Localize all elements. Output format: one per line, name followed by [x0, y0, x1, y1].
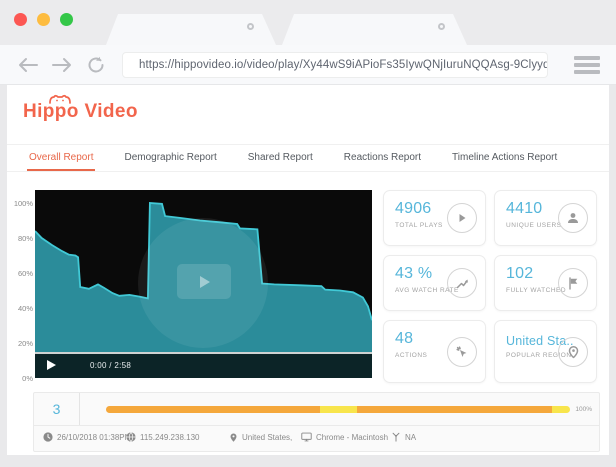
meta-ip-address: 115.249.238.130 — [126, 432, 199, 442]
trend-up-icon — [447, 268, 477, 298]
meta-timestamp: 26/10/2018 01:38PM — [43, 432, 131, 442]
stats-grid: 4906 TOTAL PLAYS 4410 UNIQUE USERS 43 % … — [383, 190, 597, 383]
browser-toolbar: https://hippovideo.io/video/play/Xy44wS9… — [0, 45, 616, 85]
chart-y-axis: 100% 80% 60% 40% 20% 0% — [7, 190, 33, 382]
stat-card-total-plays: 4906 TOTAL PLAYS — [383, 190, 486, 246]
forward-arrow-icon[interactable] — [50, 53, 74, 77]
video-player[interactable]: 0:00 / 2:58 — [35, 190, 372, 378]
tab-shared-report[interactable]: Shared Report — [240, 145, 321, 171]
location-pin-icon — [229, 432, 238, 443]
window-controls — [14, 13, 73, 26]
meta-browser-os: Chrome - Macintosh — [301, 432, 388, 442]
play-icon — [200, 276, 210, 288]
globe-icon — [126, 432, 136, 442]
stat-card-actions: 48 ACTIONS — [383, 320, 486, 383]
site-header: Hippo Video — [7, 85, 609, 145]
close-window-button[interactable] — [14, 13, 27, 26]
play-circle-icon — [447, 203, 477, 233]
tab-overall-report[interactable]: Overall Report — [21, 145, 101, 171]
hippo-video-logo[interactable]: Hippo Video — [23, 101, 138, 123]
stat-card-avg-watch-rate: 43 % AVG WATCH RATE — [383, 255, 486, 311]
network-icon — [391, 432, 401, 442]
meta-network: NA — [391, 432, 416, 442]
back-arrow-icon[interactable] — [16, 53, 40, 77]
tab-close-icon[interactable] — [438, 23, 445, 30]
y-tick: 0% — [7, 374, 33, 383]
y-tick: 60% — [7, 269, 33, 278]
maximize-window-button[interactable] — [60, 13, 73, 26]
tab-reactions-report[interactable]: Reactions Report — [336, 145, 429, 171]
play-button[interactable] — [47, 360, 56, 370]
tab-timeline-actions-report[interactable]: Timeline Actions Report — [444, 145, 565, 171]
stat-card-unique-users: 4410 UNIQUE USERS — [494, 190, 597, 246]
browser-window: https://hippovideo.io/video/play/Xy44wS9… — [0, 0, 616, 467]
watch-progress-bar — [106, 406, 570, 413]
map-pin-icon — [558, 337, 588, 367]
clock-icon — [43, 432, 53, 442]
viewer-meta-row: 26/10/2018 01:38PM 115.249.238.130 Unite… — [34, 426, 599, 452]
page-content: Hippo Video Overall Report Demographic R… — [7, 85, 609, 455]
hippo-ears-icon — [47, 93, 73, 104]
user-icon — [558, 203, 588, 233]
browser-tab-2[interactable] — [282, 14, 467, 45]
tab-demographic-report[interactable]: Demographic Report — [116, 145, 224, 171]
watch-progress-label: 100% — [575, 406, 592, 413]
flag-icon — [558, 268, 588, 298]
viewer-row-panel: 3 100% 26/10/2018 01:38PM 115.249.238.13… — [33, 392, 600, 452]
minimize-window-button[interactable] — [37, 13, 50, 26]
viewer-index: 3 — [34, 393, 80, 425]
browser-tabstrip — [0, 0, 616, 45]
y-tick: 40% — [7, 304, 33, 313]
report-tabs: Overall Report Demographic Report Shared… — [7, 145, 609, 172]
tab-close-icon[interactable] — [247, 23, 254, 30]
url-text[interactable]: https://hippovideo.io/video/play/Xy44wS9… — [139, 59, 548, 71]
watch-progress: 100% — [80, 406, 599, 413]
hamburger-menu-icon[interactable] — [574, 56, 600, 74]
big-play-button[interactable] — [177, 264, 231, 299]
meta-location: United States, — [229, 432, 292, 443]
cursor-click-icon — [447, 337, 477, 367]
stat-card-popular-region: United Sta.. POPULAR REGION — [494, 320, 597, 383]
browser-tab-1[interactable] — [106, 14, 276, 45]
reload-icon[interactable] — [84, 53, 108, 77]
y-tick: 100% — [7, 199, 33, 208]
video-controls-bar: 0:00 / 2:58 — [35, 352, 372, 378]
url-bar[interactable]: https://hippovideo.io/video/play/Xy44wS9… — [122, 52, 548, 78]
desktop-icon — [301, 432, 312, 442]
seek-bar[interactable] — [35, 352, 372, 354]
time-display: 0:00 / 2:58 — [90, 361, 131, 370]
y-tick: 20% — [7, 339, 33, 348]
viewer-progress-row: 3 100% — [34, 393, 599, 426]
stat-card-fully-watched: 102 FULLY WATCHED — [494, 255, 597, 311]
logo-text: Hippo Video — [23, 101, 138, 122]
y-tick: 80% — [7, 234, 33, 243]
